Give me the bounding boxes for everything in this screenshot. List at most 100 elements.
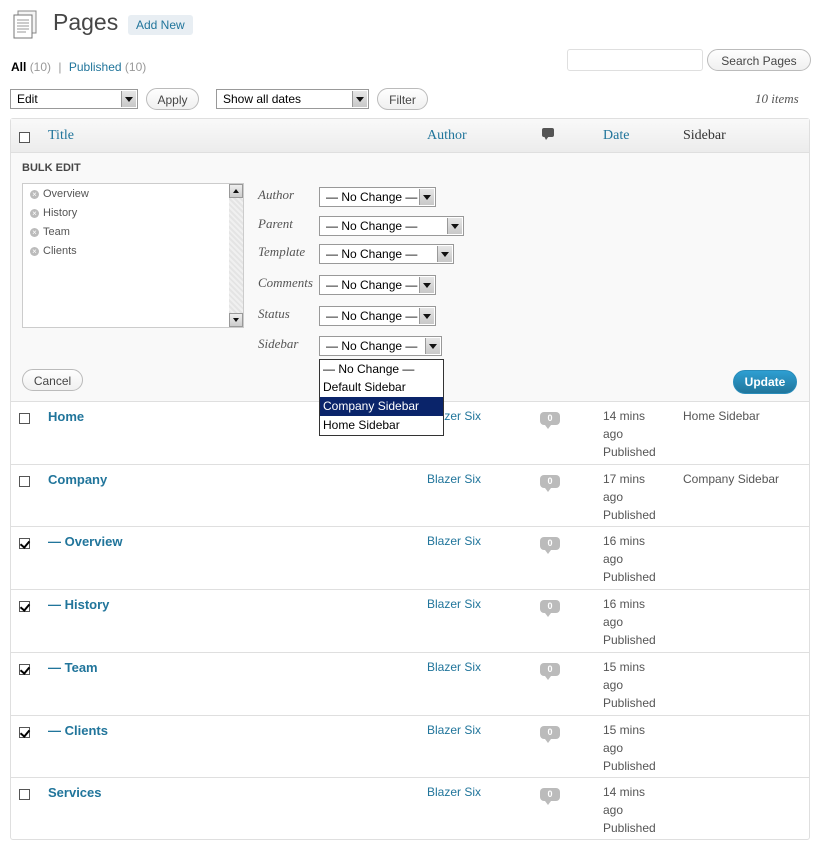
filter-all-link[interactable]: All	[11, 60, 26, 74]
bulk-title-label: History	[43, 207, 78, 219]
template-select[interactable]: — No Change —	[319, 244, 454, 264]
row-checkbox[interactable]	[19, 476, 30, 487]
row-author-link[interactable]: Blazer Six	[427, 785, 481, 799]
select-all-checkbox[interactable]	[19, 132, 30, 143]
parent-label: Parent	[258, 216, 293, 231]
scroll-up-icon[interactable]	[229, 184, 243, 198]
items-count: 10 items	[755, 91, 799, 106]
cancel-button[interactable]: Cancel	[22, 369, 83, 391]
comments-select[interactable]: — No Change —	[319, 275, 436, 295]
filter-published-link[interactable]: Published	[69, 60, 122, 74]
row-author-link[interactable]: Blazer Six	[427, 660, 481, 674]
remove-icon[interactable]: ×	[30, 209, 39, 218]
row-title-link[interactable]: Services	[48, 785, 102, 800]
parent-select[interactable]: — No Change —	[319, 216, 464, 236]
comments-label: Comments	[258, 275, 313, 290]
apply-button[interactable]: Apply	[146, 88, 199, 110]
update-button[interactable]: Update	[733, 370, 797, 394]
chevron-down-icon	[419, 277, 434, 293]
row-date-time: 15 mins	[603, 723, 646, 737]
row-title-link[interactable]: — Overview	[48, 534, 122, 549]
row-date-ago: ago	[603, 678, 624, 692]
sidebar-option[interactable]: Default Sidebar	[320, 378, 443, 397]
comment-count-badge[interactable]: 0	[540, 600, 560, 617]
chevron-down-icon	[121, 91, 136, 107]
row-date: 16 mins ago Published	[603, 595, 656, 649]
chevron-down-icon	[419, 189, 434, 205]
row-author-link[interactable]: Blazer Six	[427, 534, 481, 548]
row-title-link[interactable]: — History	[48, 597, 109, 612]
row-date-time: 16 mins	[603, 597, 646, 611]
parent-select-value: — No Change —	[326, 219, 418, 233]
row-checkbox[interactable]	[19, 727, 30, 738]
row-date-ago: ago	[603, 615, 624, 629]
chevron-down-icon	[447, 218, 462, 234]
row-checkbox[interactable]	[19, 664, 30, 675]
row-title-link[interactable]: Home	[48, 409, 84, 424]
row-date-ago: ago	[603, 490, 624, 504]
bulk-title-item: × Team	[30, 226, 70, 238]
bulk-action-value: Edit	[17, 92, 38, 106]
status-select-value: — No Change —	[326, 309, 418, 323]
column-title[interactable]: Title	[48, 128, 74, 144]
bulk-title-label: Clients	[43, 245, 77, 257]
status-select[interactable]: — No Change —	[319, 306, 436, 326]
comment-count-badge[interactable]: 0	[540, 663, 560, 680]
remove-icon[interactable]: ×	[30, 190, 39, 199]
bulk-action-select[interactable]: Edit	[10, 89, 138, 109]
row-date-time: 14 mins	[603, 785, 646, 799]
sidebar-option-highlighted[interactable]: Company Sidebar	[320, 397, 443, 416]
comment-count-badge[interactable]: 0	[540, 412, 560, 429]
chevron-down-icon	[425, 338, 440, 354]
comment-count-badge[interactable]: 0	[540, 788, 560, 805]
row-divider	[11, 715, 809, 716]
row-status: Published	[603, 696, 656, 710]
row-title-link[interactable]: Company	[48, 472, 107, 487]
sidebar-select-value: — No Change —	[326, 339, 418, 353]
remove-icon[interactable]: ×	[30, 228, 39, 237]
sidebar-option[interactable]: Home Sidebar	[320, 416, 443, 435]
row-title-link[interactable]: — Clients	[48, 723, 108, 738]
row-date: 14 mins ago Published	[603, 783, 656, 837]
row-date-time: 14 mins	[603, 409, 646, 423]
comment-count-badge[interactable]: 0	[540, 537, 560, 554]
row-date: 16 mins ago Published	[603, 532, 656, 586]
comment-count-badge[interactable]: 0	[540, 475, 560, 492]
column-date[interactable]: Date	[603, 128, 629, 144]
sidebar-option[interactable]: — No Change —	[320, 360, 443, 379]
column-author[interactable]: Author	[427, 128, 467, 144]
row-title-link[interactable]: — Team	[48, 660, 98, 675]
row-checkbox[interactable]	[19, 413, 30, 424]
row-checkbox[interactable]	[19, 789, 30, 800]
row-status: Published	[603, 570, 656, 584]
filter-separator: |	[58, 60, 62, 74]
chevron-down-icon	[437, 246, 452, 262]
sidebar-select[interactable]: — No Change —	[319, 336, 442, 356]
search-pages-button[interactable]: Search Pages	[707, 49, 811, 71]
row-divider	[11, 526, 809, 527]
row-checkbox[interactable]	[19, 601, 30, 612]
row-divider	[11, 589, 809, 590]
row-status: Published	[603, 633, 656, 647]
row-author-link[interactable]: Blazer Six	[427, 472, 481, 486]
remove-icon[interactable]: ×	[30, 247, 39, 256]
date-filter-select[interactable]: Show all dates	[216, 89, 369, 109]
author-select[interactable]: — No Change —	[319, 187, 436, 207]
add-new-button[interactable]: Add New	[128, 15, 193, 35]
author-select-value: — No Change —	[326, 190, 418, 204]
row-date: 15 mins ago Published	[603, 721, 656, 775]
column-sidebar: Sidebar	[683, 128, 726, 143]
row-checkbox[interactable]	[19, 538, 30, 549]
row-author-link[interactable]: Blazer Six	[427, 723, 481, 737]
row-date: 17 mins ago Published	[603, 470, 656, 524]
bulk-titles-scrollbar[interactable]	[229, 184, 243, 327]
row-date-time: 16 mins	[603, 534, 646, 548]
search-input[interactable]	[567, 49, 703, 71]
comment-count-badge[interactable]: 0	[540, 726, 560, 743]
comments-select-value: — No Change —	[326, 278, 418, 292]
comment-bubble-icon[interactable]	[542, 128, 554, 140]
filter-button[interactable]: Filter	[377, 88, 428, 110]
scroll-down-icon[interactable]	[229, 313, 243, 327]
row-date: 14 mins ago Published	[603, 407, 656, 461]
row-author-link[interactable]: Blazer Six	[427, 597, 481, 611]
